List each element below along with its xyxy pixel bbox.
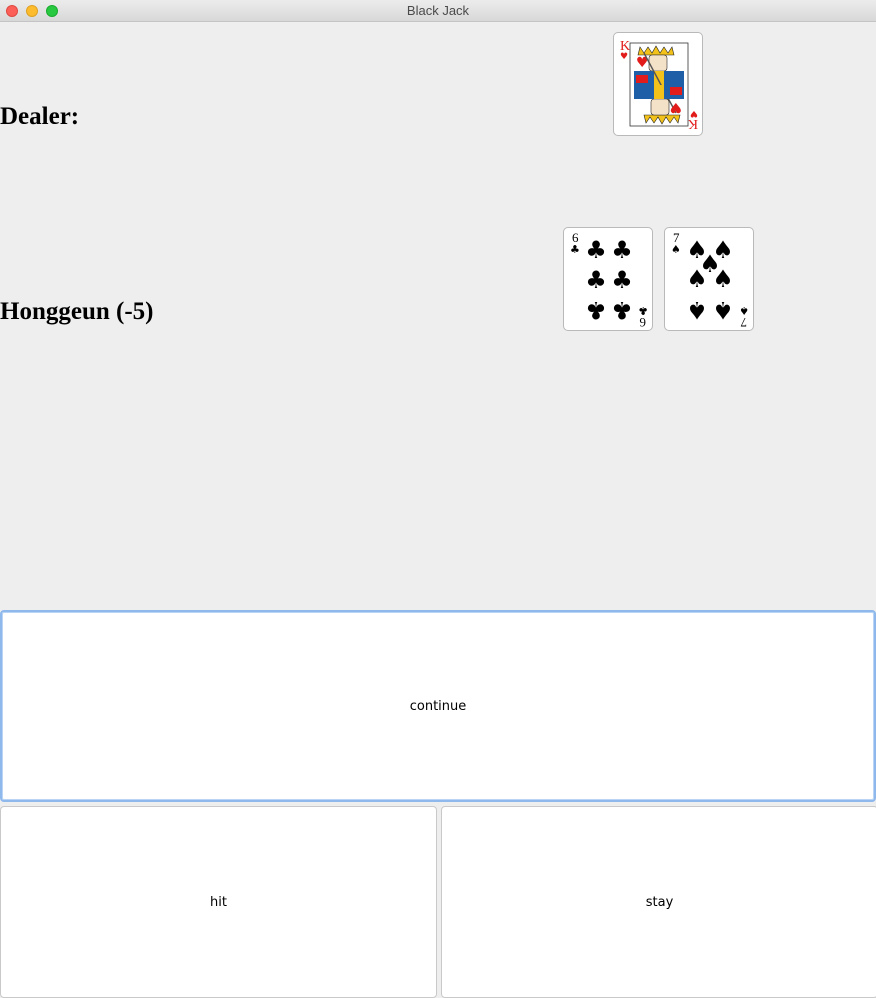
svg-text:♠: ♠ bbox=[739, 304, 749, 317]
svg-text:♣: ♣ bbox=[585, 236, 607, 264]
svg-text:♣: ♣ bbox=[638, 304, 648, 317]
svg-text:♠: ♠ bbox=[686, 265, 708, 293]
svg-text:♥: ♥ bbox=[690, 108, 698, 118]
svg-text:♣: ♣ bbox=[611, 266, 633, 294]
dealer-label: Dealer: bbox=[0, 103, 80, 130]
svg-text:♠: ♠ bbox=[712, 265, 734, 293]
dealer-card-king-of-hearts: K ♥ K ♥ ♥ ♥ bbox=[613, 32, 703, 136]
svg-text:♠: ♠ bbox=[712, 296, 734, 324]
svg-text:♥: ♥ bbox=[620, 52, 628, 62]
continue-button[interactable]: continue bbox=[0, 610, 876, 802]
player-label: Honggeun (-5) bbox=[0, 298, 154, 325]
svg-text:♠: ♠ bbox=[686, 296, 708, 324]
stay-button[interactable]: stay bbox=[441, 806, 876, 998]
window-titlebar: Black Jack bbox=[0, 0, 876, 22]
svg-text:♣: ♣ bbox=[611, 236, 633, 264]
svg-text:♣: ♣ bbox=[570, 243, 580, 256]
svg-text:♣: ♣ bbox=[611, 296, 633, 324]
svg-text:♣: ♣ bbox=[585, 296, 607, 324]
svg-text:♥: ♥ bbox=[669, 99, 682, 115]
svg-text:♣: ♣ bbox=[585, 266, 607, 294]
svg-text:♠: ♠ bbox=[671, 243, 681, 256]
player-card-6-of-clubs: 6 ♣ 6 ♣ ♣ ♣ ♣ ♣ ♣ ♣ bbox=[563, 227, 653, 331]
window-title: Black Jack bbox=[406, 3, 470, 18]
hit-button[interactable]: hit bbox=[0, 806, 437, 998]
player-card-7-of-spades: 7 ♠ 7 ♠ ♠ ♠ ♠ ♠ ♠ ♠ ♠ bbox=[664, 227, 754, 331]
